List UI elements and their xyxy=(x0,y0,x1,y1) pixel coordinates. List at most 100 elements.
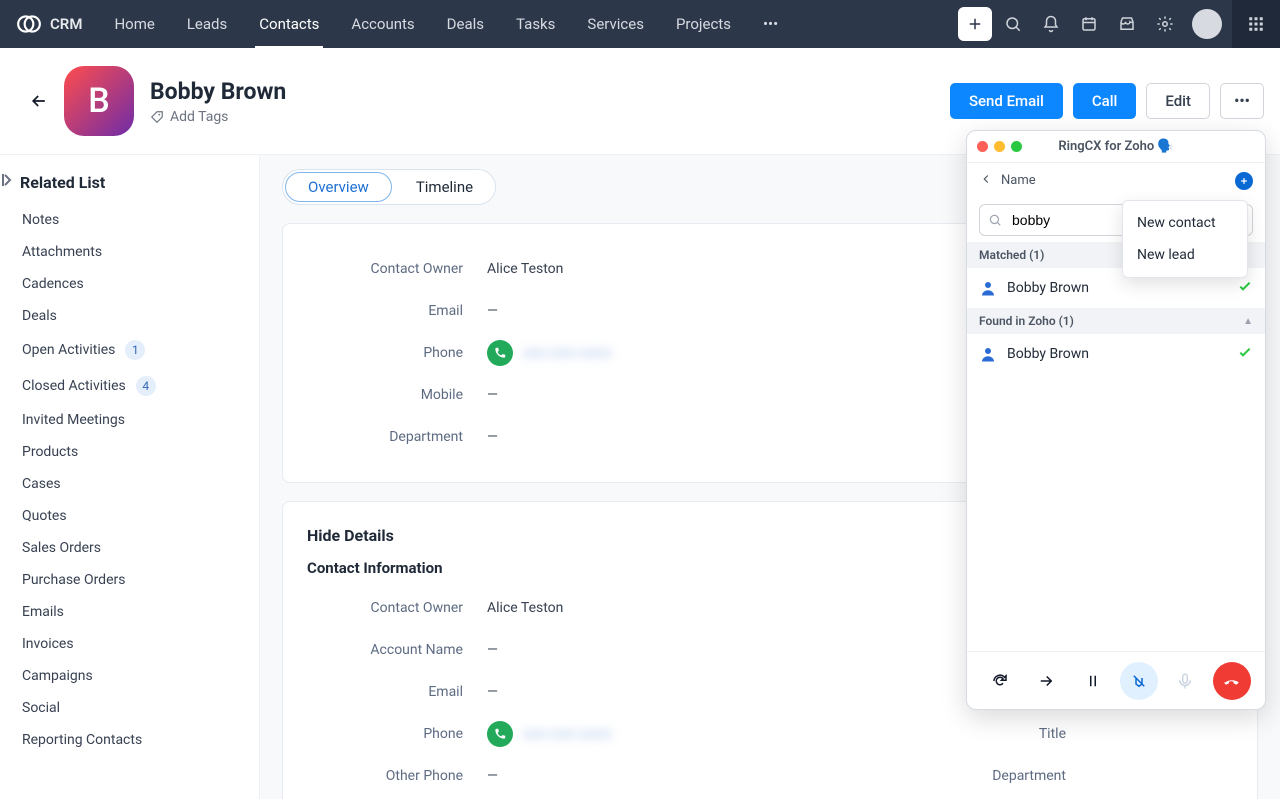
value-contact-owner: Alice Teston xyxy=(487,261,563,277)
value-mobile: — xyxy=(487,387,498,403)
result-name: Bobby Brown xyxy=(1007,346,1089,362)
label-d-owner: Contact Owner xyxy=(307,600,487,616)
add-tags-button[interactable]: Add Tags xyxy=(150,109,286,125)
hangup-button[interactable] xyxy=(1213,662,1251,700)
window-minimize-icon[interactable] xyxy=(994,141,1005,152)
nav-deals[interactable]: Deals xyxy=(431,0,500,48)
sidebar-collapse-icon[interactable] xyxy=(0,168,16,192)
search-icon[interactable] xyxy=(996,7,1030,41)
collapse-icon: ▲ xyxy=(1243,316,1253,327)
refresh-button[interactable] xyxy=(981,662,1019,700)
value-phone[interactable]: xxx-xxx-xxxx xyxy=(487,340,612,366)
sidebar-item-label: Deals xyxy=(22,308,57,324)
store-icon[interactable] xyxy=(1110,7,1144,41)
sidebar-title: Related List xyxy=(20,173,249,192)
contact-name: Bobby Brown xyxy=(150,78,286,105)
window-close-icon[interactable] xyxy=(977,141,988,152)
sidebar-item-label: Reporting Contacts xyxy=(22,732,142,748)
sidebar-item[interactable]: Social xyxy=(20,692,249,724)
ringcx-add-button[interactable] xyxy=(1235,172,1253,190)
mute-party-button[interactable] xyxy=(1120,662,1158,700)
value-d-email: — xyxy=(487,684,498,700)
value-d-other: — xyxy=(487,768,498,784)
window-zoom-icon[interactable] xyxy=(1011,141,1022,152)
new-lead-item[interactable]: New lead xyxy=(1123,239,1247,271)
calendar-icon[interactable] xyxy=(1072,7,1106,41)
nav-items: Home Leads Contacts Accounts Deals Tasks… xyxy=(98,0,794,48)
ringcx-found-result[interactable]: Bobby Brown xyxy=(967,334,1265,374)
nav-tasks[interactable]: Tasks xyxy=(500,0,571,48)
user-avatar[interactable] xyxy=(1192,9,1222,39)
ringcx-back-button[interactable] xyxy=(979,171,993,190)
search-icon xyxy=(988,213,1002,227)
count-badge: 4 xyxy=(136,376,156,396)
sidebar-item[interactable]: Campaigns xyxy=(20,660,249,692)
edit-button[interactable]: Edit xyxy=(1146,83,1210,119)
check-icon xyxy=(1237,344,1253,364)
more-actions-button[interactable]: ••• xyxy=(1220,83,1264,119)
ringcx-found-header[interactable]: Found in Zoho (1)▲ xyxy=(967,308,1265,334)
sidebar-item[interactable]: Quotes xyxy=(20,500,249,532)
nav-projects[interactable]: Projects xyxy=(660,0,747,48)
check-icon xyxy=(1237,278,1253,298)
send-email-button[interactable]: Send Email xyxy=(950,83,1063,119)
call-button[interactable]: Call xyxy=(1073,83,1137,119)
sidebar-item[interactable]: Closed Activities4 xyxy=(20,368,249,404)
label-contact-owner: Contact Owner xyxy=(307,261,487,277)
nav-accounts[interactable]: Accounts xyxy=(335,0,430,48)
value-d-phone[interactable]: xxx-xxx-xxxx xyxy=(487,721,612,747)
apps-grid-icon[interactable] xyxy=(1232,0,1280,48)
brand-label: CRM xyxy=(50,15,82,33)
label-title: Title xyxy=(770,726,1090,742)
sidebar-item[interactable]: Deals xyxy=(20,300,249,332)
sidebar-item-label: Attachments xyxy=(22,244,102,260)
add-button[interactable] xyxy=(958,7,992,41)
bell-icon[interactable] xyxy=(1034,7,1068,41)
label-d-account: Account Name xyxy=(307,642,487,658)
sidebar-item-label: Quotes xyxy=(22,508,67,524)
gear-icon[interactable] xyxy=(1148,7,1182,41)
nav-leads[interactable]: Leads xyxy=(171,0,243,48)
sidebar-item[interactable]: Notes xyxy=(20,204,249,236)
nav-home[interactable]: Home xyxy=(98,0,170,48)
sidebar-item[interactable]: Reporting Contacts xyxy=(20,724,249,756)
sidebar-item[interactable]: Sales Orders xyxy=(20,532,249,564)
transfer-button[interactable] xyxy=(1027,662,1065,700)
crm-logo-icon xyxy=(16,11,42,37)
tab-overview[interactable]: Overview xyxy=(285,172,392,202)
nav-services[interactable]: Services xyxy=(571,0,660,48)
label-d-phone: Phone xyxy=(307,726,487,742)
sidebar-item[interactable]: Invoices xyxy=(20,628,249,660)
ringcx-title-label: RingCX for Zoho 🗣️ xyxy=(1058,139,1173,154)
hold-button[interactable] xyxy=(1074,662,1112,700)
sidebar-item[interactable]: Cadences xyxy=(20,268,249,300)
value-d-owner: Alice Teston xyxy=(487,600,563,616)
sidebar-item[interactable]: Attachments xyxy=(20,236,249,268)
value-d-account: — xyxy=(487,642,498,658)
sidebar-item[interactable]: Purchase Orders xyxy=(20,564,249,596)
sidebar-item[interactable]: Invited Meetings xyxy=(20,404,249,436)
new-contact-item[interactable]: New contact xyxy=(1123,207,1247,239)
record-tabs: Overview Timeline xyxy=(282,169,496,205)
sidebar-item-label: Notes xyxy=(22,212,59,228)
nav-more[interactable]: ••• xyxy=(747,0,794,48)
result-name: Bobby Brown xyxy=(1007,280,1089,296)
nav-contacts[interactable]: Contacts xyxy=(243,0,335,48)
sidebar-item[interactable]: Cases xyxy=(20,468,249,500)
tag-icon xyxy=(150,110,164,124)
mic-button[interactable] xyxy=(1166,662,1204,700)
tab-timeline[interactable]: Timeline xyxy=(394,172,495,202)
brand[interactable]: CRM xyxy=(0,11,98,37)
label-phone: Phone xyxy=(307,345,487,361)
label-department2: Department xyxy=(770,768,1090,784)
call-icon[interactable] xyxy=(487,721,513,747)
sidebar-item[interactable]: Emails xyxy=(20,596,249,628)
call-icon[interactable] xyxy=(487,340,513,366)
top-nav: CRM Home Leads Contacts Accounts Deals T… xyxy=(0,0,1280,48)
label-d-other: Other Phone xyxy=(307,768,487,784)
sidebar-item[interactable]: Open Activities1 xyxy=(20,332,249,368)
sidebar-item[interactable]: Products xyxy=(20,436,249,468)
sidebar-item-label: Open Activities xyxy=(22,342,115,358)
sidebar: Related List Notes Attachments Cadences Dea… xyxy=(0,155,260,799)
back-button[interactable] xyxy=(24,86,54,116)
